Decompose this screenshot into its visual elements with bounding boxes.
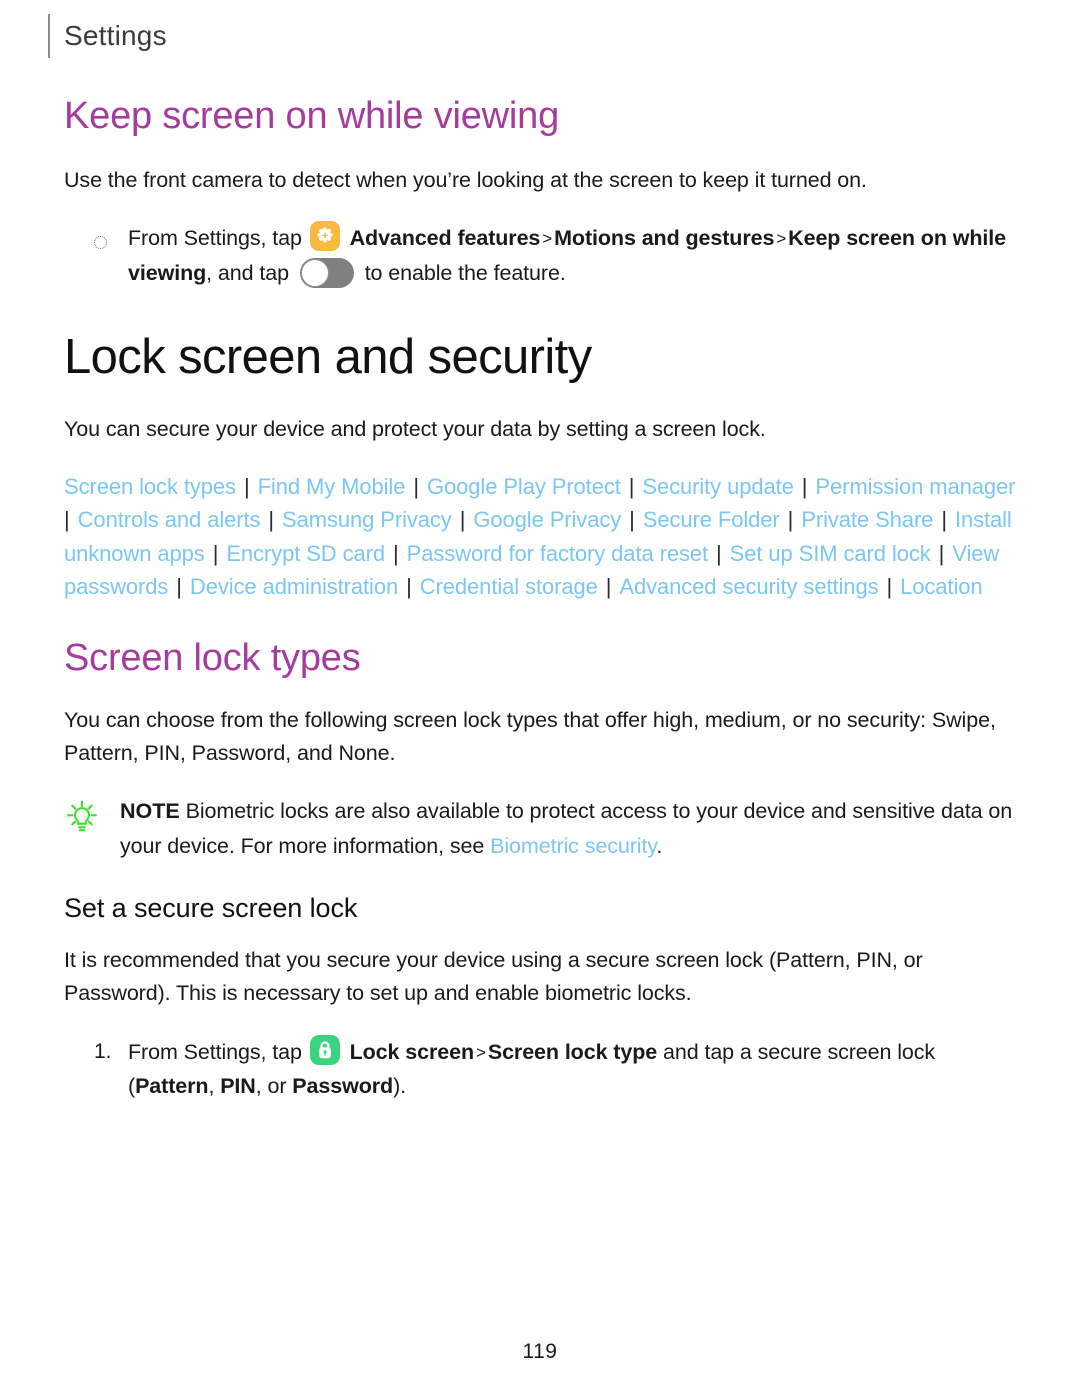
set-secure-lock-body: It is recommended that you secure your d…: [64, 947, 923, 1006]
step-bold-pattern: Pattern: [135, 1074, 209, 1099]
link-biometric-security[interactable]: Biometric security: [490, 834, 656, 858]
link-samsung-privacy[interactable]: Samsung Privacy: [282, 507, 452, 532]
chevron-1: >: [542, 229, 553, 249]
advanced-features-icon: [309, 221, 340, 252]
note-callout: NOTE Biometric locks are also available …: [64, 794, 1019, 863]
step-bold-lock-screen: Lock screen: [349, 1039, 474, 1064]
link-encrypt-sd-card[interactable]: Encrypt SD card: [226, 541, 385, 566]
link-separator: |: [710, 540, 728, 566]
keep-screen-intro: Use the front camera to detect when you’…: [64, 167, 867, 192]
link-separator: |: [206, 540, 225, 566]
page-header: Settings: [48, 14, 167, 58]
link-separator: |: [599, 574, 618, 600]
link-google-privacy[interactable]: Google Privacy: [473, 507, 621, 532]
set-secure-lock-step: 1. From Settings, tap Lock screen >Screen…: [64, 1034, 1019, 1105]
step-suffix-text: ).: [393, 1074, 406, 1099]
keep-screen-step-text: From Settings, tap Advanced features >Mot…: [128, 221, 1019, 291]
keep-screen-step: From Settings, tap Advanced features >Mot…: [64, 221, 1019, 291]
link-password-for-factory-data-reset[interactable]: Password for factory data reset: [407, 541, 708, 566]
page-content: Keep screen on while viewing Use the fro…: [64, 95, 1019, 1114]
note-label: NOTE: [120, 799, 180, 824]
link-separator: |: [622, 473, 641, 499]
lightbulb-icon: [64, 794, 120, 863]
lock-screen-security-intro: You can secure your device and protect y…: [64, 416, 766, 441]
lock-screen-icon: [309, 1034, 340, 1065]
link-set-up-sim-card-lock[interactable]: Set up SIM card lock: [730, 541, 931, 566]
step-prefix-text: From Settings, tap: [128, 1039, 302, 1064]
toggle-knob: [300, 258, 329, 287]
section-link-list: Screen lock types | Find My Mobile | Goo…: [64, 470, 1019, 604]
link-separator: |: [623, 507, 641, 533]
chapter-title-lock-screen-security: Lock screen and security: [64, 329, 592, 384]
link-separator: |: [407, 473, 425, 499]
link-find-my-mobile[interactable]: Find My Mobile: [258, 474, 406, 499]
step-sep-2: , or: [255, 1074, 293, 1099]
step-sep-1: ,: [208, 1074, 221, 1099]
link-separator: |: [237, 473, 256, 499]
link-separator: |: [400, 574, 418, 600]
step-bold-pin: PIN: [220, 1074, 256, 1099]
header-divider-rule: [48, 14, 50, 58]
document-page: Settings Keep screen on while viewing Us…: [0, 0, 1080, 1397]
bullet-dot-icon: [94, 236, 107, 250]
link-controls-and-alerts[interactable]: Controls and alerts: [78, 507, 261, 532]
link-separator: |: [795, 473, 814, 499]
link-separator: |: [932, 540, 951, 566]
link-credential-storage[interactable]: Credential storage: [420, 574, 598, 599]
subsection-title-set-secure-screen-lock: Set a secure screen lock: [64, 892, 358, 923]
step-suffix-text: to enable the feature.: [364, 260, 566, 285]
bullet-marker: [94, 221, 128, 291]
link-secure-folder[interactable]: Secure Folder: [643, 507, 780, 532]
chevron-2: >: [776, 229, 787, 249]
link-device-administration[interactable]: Device administration: [190, 574, 398, 599]
link-separator: |: [262, 507, 281, 533]
section-title-screen-lock-types: Screen lock types: [64, 636, 361, 679]
screen-lock-types-body: You can choose from the following screen…: [64, 707, 996, 765]
link-separator: |: [453, 507, 472, 533]
link-separator: |: [387, 540, 405, 566]
step-bold-advanced-features: Advanced features: [349, 226, 541, 251]
step-bold-screen-lock-type: Screen lock type: [487, 1039, 658, 1064]
header-title: Settings: [64, 20, 167, 51]
set-secure-lock-step-text: From Settings, tap Lock screen >Screen lo…: [128, 1034, 1019, 1105]
step-prefix-text: From Settings, tap: [128, 226, 302, 251]
enable-toggle-switch[interactable]: [299, 257, 354, 288]
step-bold-motions-gestures: Motions and gestures: [554, 226, 775, 251]
link-google-play-protect[interactable]: Google Play Protect: [427, 474, 621, 499]
page-number: 119: [522, 1340, 558, 1363]
step-bold-password: Password: [292, 1074, 394, 1099]
section-title-keep-screen: Keep screen on while viewing: [64, 95, 560, 137]
link-private-share[interactable]: Private Share: [801, 507, 933, 532]
link-separator: |: [781, 507, 800, 533]
step-mid-text: , and tap: [206, 260, 289, 285]
link-advanced-security-settings[interactable]: Advanced security settings: [619, 574, 878, 599]
link-permission-manager[interactable]: Permission manager: [815, 474, 1015, 499]
note-text-after-link: .: [656, 833, 663, 858]
link-location[interactable]: Location: [900, 574, 982, 599]
link-separator: |: [170, 574, 188, 600]
chevron-1: >: [476, 1042, 486, 1062]
link-separator: |: [880, 574, 899, 600]
link-separator: |: [935, 507, 953, 533]
link-screen-lock-types[interactable]: Screen lock types: [64, 474, 236, 499]
link-security-update[interactable]: Security update: [642, 474, 793, 499]
note-text: NOTE Biometric locks are also available …: [120, 794, 1019, 863]
step-number-marker: 1.: [94, 1039, 112, 1063]
